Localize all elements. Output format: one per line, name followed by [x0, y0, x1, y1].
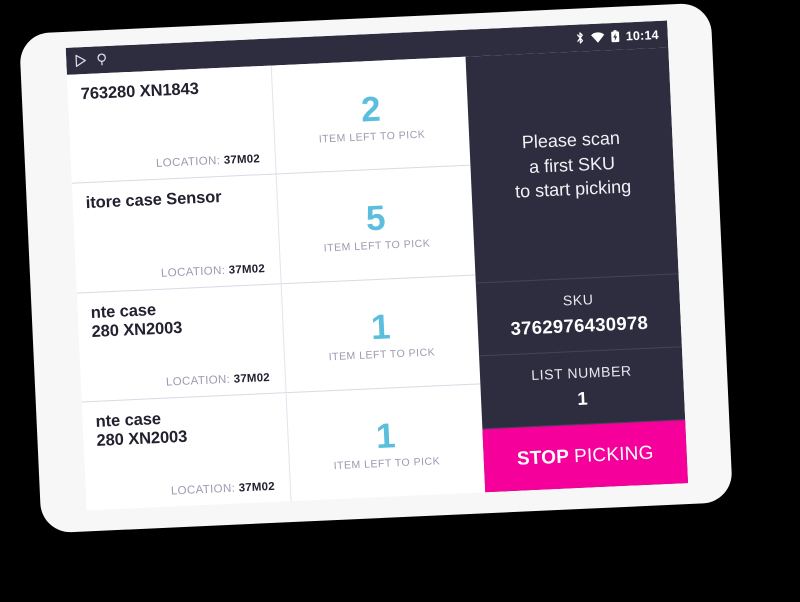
row-quantity: 2 ITEM LEFT TO PICK	[272, 57, 471, 174]
wifi-icon	[591, 31, 606, 44]
row-quantity: 1 ITEM LEFT TO PICK	[282, 275, 481, 392]
location-value: 37M02	[233, 371, 271, 386]
item-title: nte case 280 XN2003	[95, 409, 188, 450]
table-row[interactable]: nte case 280 XN2003 LOCATION: 37M02 1 IT…	[76, 274, 481, 403]
side-panel: Please scan a first SKU to start picking…	[465, 47, 689, 493]
location-label: LOCATION:	[155, 155, 221, 171]
row-description: nte case 280 XN2003 LOCATION: 37M02	[76, 283, 287, 402]
item-location: LOCATION: 37M02	[99, 481, 277, 501]
sku-value: 3762976430978	[510, 311, 649, 339]
stop-picking-strong: STOP	[516, 445, 570, 470]
table-row[interactable]: nte case 280 XN2003 LOCATION: 37M02 1 IT…	[81, 384, 486, 511]
item-title: 763280 XN1843	[80, 79, 200, 104]
qty-number: 1	[370, 307, 392, 348]
item-location: LOCATION: 37M02	[94, 372, 272, 392]
battery-charging-icon	[610, 30, 620, 43]
bluetooth-icon	[576, 31, 586, 44]
table-row[interactable]: 763280 XN1843 LOCATION: 37M02 2 ITEM LEF…	[66, 56, 471, 184]
qty-number: 5	[365, 198, 387, 239]
item-title: itore case Sensor	[85, 188, 222, 213]
row-quantity: 5 ITEM LEFT TO PICK	[277, 166, 476, 283]
qty-label: ITEM LEFT TO PICK	[323, 237, 431, 255]
qty-label: ITEM LEFT TO PICK	[318, 128, 426, 146]
play-store-icon	[75, 54, 88, 68]
qty-label: ITEM LEFT TO PICK	[328, 346, 436, 364]
app-content: 763280 XN1843 LOCATION: 37M02 2 ITEM LEF…	[66, 47, 689, 511]
sku-block: SKU 3762976430978	[475, 274, 682, 357]
list-number-value: 1	[576, 387, 589, 409]
location-label: LOCATION:	[170, 482, 236, 498]
location-value: 37M02	[238, 480, 276, 495]
picking-list: 763280 XN1843 LOCATION: 37M02 2 ITEM LEF…	[66, 56, 486, 511]
qty-label: ITEM LEFT TO PICK	[333, 455, 441, 473]
item-location: LOCATION: 37M02	[84, 153, 262, 173]
tablet-screen: 10:14 763280 XN1843 LOCATION: 37M02 2 IT…	[65, 20, 689, 511]
list-number-label: LIST NUMBER	[530, 362, 633, 384]
table-row[interactable]: itore case Sensor LOCATION: 37M02 5 ITEM…	[71, 165, 476, 294]
row-description: 763280 XN1843 LOCATION: 37M02	[66, 65, 277, 183]
status-bar-clock: 10:14	[625, 27, 660, 43]
scan-prompt-message: Please scan a first SKU to start picking	[465, 47, 679, 284]
row-description: itore case Sensor LOCATION: 37M02	[71, 174, 282, 293]
stop-picking-button[interactable]: STOP PICKING	[482, 420, 689, 493]
row-quantity: 1 ITEM LEFT TO PICK	[287, 384, 486, 501]
row-description: nte case 280 XN2003 LOCATION: 37M02	[81, 392, 292, 511]
location-label: LOCATION:	[165, 373, 231, 389]
status-bar-right-icons: 10:14	[575, 27, 659, 45]
screenshot-stage: 10:14 763280 XN1843 LOCATION: 37M02 2 IT…	[0, 0, 800, 602]
tablet-device: 10:14 763280 XN1843 LOCATION: 37M02 2 IT…	[19, 2, 733, 534]
sku-label: SKU	[562, 291, 594, 309]
list-number-block: LIST NUMBER 1	[479, 347, 686, 430]
status-bar-left-icons	[75, 53, 108, 68]
item-location: LOCATION: 37M02	[89, 262, 267, 282]
location-value: 37M02	[228, 262, 266, 277]
item-title: nte case 280 XN2003	[90, 300, 183, 341]
stop-picking-light: PICKING	[573, 442, 654, 467]
qty-number: 2	[360, 89, 382, 130]
qty-number: 1	[375, 416, 397, 457]
location-value: 37M02	[223, 153, 261, 168]
location-label: LOCATION:	[160, 264, 226, 280]
usb-android-icon	[96, 53, 108, 66]
